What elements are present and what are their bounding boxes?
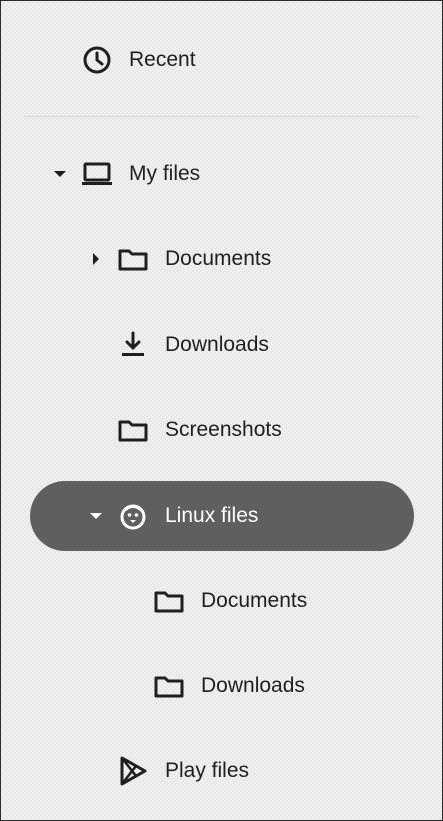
sidebar-item-screenshots[interactable]: Screenshots	[30, 395, 414, 465]
clock-icon	[80, 43, 114, 77]
sidebar-item-label: Downloads	[165, 333, 269, 356]
sidebar-item-label: My files	[129, 162, 201, 185]
sidebar-item-linux-documents[interactable]: Documents	[30, 566, 414, 636]
folder-icon	[152, 584, 186, 618]
chevron-down-icon[interactable]	[50, 164, 70, 184]
download-icon	[116, 328, 150, 362]
sidebar-item-label: Documents	[201, 589, 308, 612]
folder-icon	[152, 669, 186, 703]
penguin-icon	[116, 499, 150, 533]
laptop-icon	[80, 157, 114, 191]
sidebar-item-label: Downloads	[201, 674, 305, 697]
chevron-right-icon[interactable]	[86, 249, 106, 269]
folder-icon	[116, 242, 150, 276]
divider	[24, 116, 419, 117]
folder-icon	[116, 413, 150, 447]
chevron-down-icon[interactable]	[86, 506, 106, 526]
sidebar-item-recent[interactable]: Recent	[30, 25, 414, 95]
sidebar-item-linux-files[interactable]: Linux files	[30, 481, 414, 551]
sidebar-item-label: Play files	[165, 759, 250, 782]
sidebar-item-linux-downloads[interactable]: Downloads	[30, 651, 414, 721]
sidebar-item-label: Recent	[129, 48, 196, 71]
sidebar-item-my-files[interactable]: My files	[30, 139, 414, 209]
sidebar-item-documents[interactable]: Documents	[30, 224, 414, 294]
sidebar-item-downloads[interactable]: Downloads	[30, 310, 414, 380]
play-store-icon	[116, 754, 150, 788]
sidebar-item-label: Linux files	[165, 504, 259, 527]
sidebar-item-play-files[interactable]: Play files	[30, 736, 414, 806]
sidebar-item-label: Documents	[165, 247, 272, 270]
sidebar-item-label: Screenshots	[165, 418, 282, 441]
